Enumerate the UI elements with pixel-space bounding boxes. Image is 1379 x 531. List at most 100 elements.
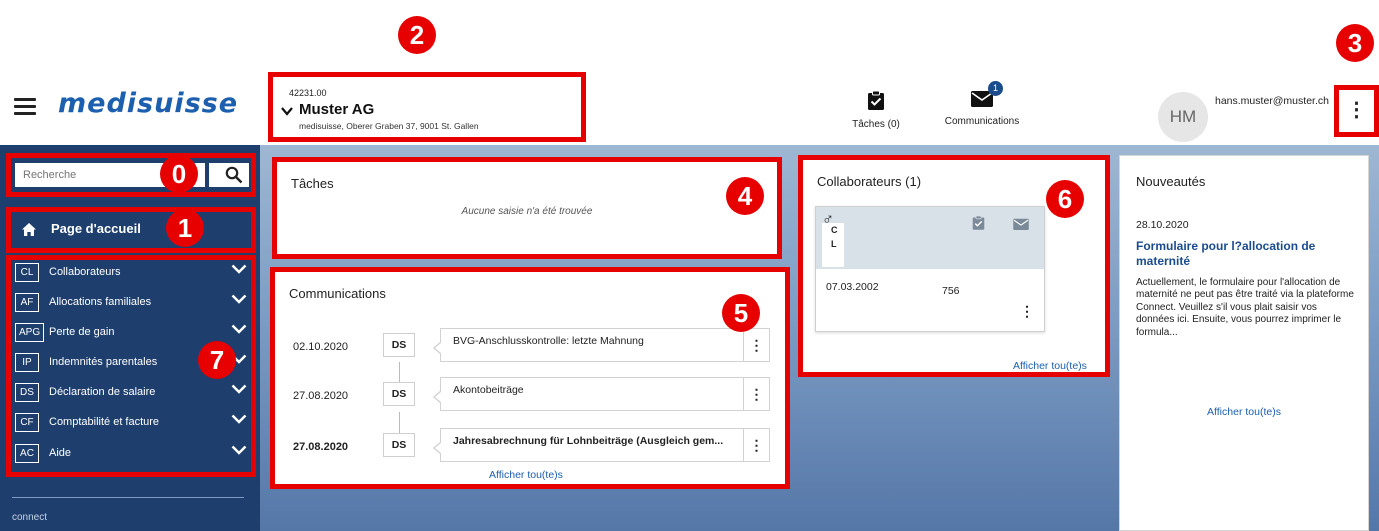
communications-show-all-link[interactable]: Afficher tou(te)s bbox=[489, 469, 563, 481]
company-name: Muster AG bbox=[299, 101, 375, 118]
avatar[interactable]: HM bbox=[1158, 92, 1208, 142]
kebab-icon: ⋮ bbox=[1346, 99, 1367, 121]
news-show-all-link[interactable]: Afficher tou(te)s bbox=[1120, 406, 1368, 418]
communication-menu-button[interactable]: ⋮ bbox=[743, 329, 769, 361]
sidebar-item-home[interactable]: Page d'accueil bbox=[6, 207, 256, 253]
chevron-down-icon[interactable] bbox=[231, 443, 247, 461]
tasks-panel-title: Tâches bbox=[291, 176, 334, 191]
communication-subject: BVG-Anschlusskontrolle: letzte Mahnung bbox=[453, 335, 644, 347]
chevron-down-icon[interactable] bbox=[231, 262, 247, 280]
employee-initial: C bbox=[831, 225, 838, 235]
annotation-marker-0: 0 bbox=[160, 155, 198, 193]
more-options-button[interactable]: ⋮ bbox=[1334, 85, 1379, 137]
news-panel-title: Nouveautés bbox=[1136, 174, 1206, 189]
employee-initial: L bbox=[831, 239, 837, 249]
sidebar-item-allocations-familiales[interactable]: AF Allocations familiales bbox=[11, 292, 251, 314]
sidebar-item-label: Comptabilité et facture bbox=[49, 416, 160, 428]
envelope-icon: 1 bbox=[971, 81, 1003, 110]
company-number: 42231.00 bbox=[289, 88, 327, 98]
communications-badge: 1 bbox=[988, 81, 1003, 96]
nav-code-badge: APG bbox=[15, 323, 45, 342]
sidebar-item-declaration-de-salaire[interactable]: DS Déclaration de salaire bbox=[11, 382, 251, 404]
sidebar-home-label: Page d'accueil bbox=[51, 221, 141, 236]
sidebar-item-collaborateurs[interactable]: CL Collaborateurs bbox=[11, 262, 251, 284]
app-page: medisuisse 42231.00 Muster AG medisuisse… bbox=[0, 0, 1379, 531]
sidebar-item-comptabilite-et-facture[interactable]: CF Comptabilité et facture bbox=[11, 412, 251, 434]
annotation-marker-6: 6 bbox=[1046, 180, 1084, 218]
communication-bubble[interactable]: Jahresabrechnung für Lohnbeiträge (Ausgl… bbox=[433, 428, 770, 462]
annotation-marker-7: 7 bbox=[198, 341, 236, 379]
communication-tag: DS bbox=[383, 382, 415, 406]
communication-subject: Akontobeiträge bbox=[453, 384, 524, 396]
chevron-down-icon[interactable] bbox=[281, 103, 293, 119]
communication-date: 27.08.2020 bbox=[293, 390, 349, 402]
sidebar-item-label: Perte de gain bbox=[49, 326, 115, 338]
communication-row[interactable]: 02.10.2020 DS BVG-Anschlusskontrolle: le… bbox=[275, 326, 785, 366]
annotation-marker-2: 2 bbox=[398, 16, 436, 54]
sidebar-item-label: Collaborateurs bbox=[49, 266, 121, 278]
tasks-header-button[interactable]: Tâches (0) bbox=[846, 90, 906, 130]
news-body: Actuellement, le formulaire pour l'alloc… bbox=[1136, 277, 1354, 338]
clipboard-check-icon[interactable] bbox=[972, 215, 985, 235]
communication-subject: Jahresabrechnung für Lohnbeiträge (Ausgl… bbox=[453, 435, 724, 447]
employee-avs-number: 756 bbox=[942, 285, 960, 297]
search-button[interactable] bbox=[209, 163, 249, 187]
sidebar-item-label: Déclaration de salaire bbox=[49, 386, 156, 398]
communication-bubble[interactable]: BVG-Anschlusskontrolle: letzte Mahnung ⋮ bbox=[433, 328, 770, 362]
nav-code-badge: AF bbox=[15, 293, 39, 312]
communication-menu-button[interactable]: ⋮ bbox=[743, 378, 769, 410]
employee-card[interactable]: ♂ C L 07.03.2002 756 ⋮ bbox=[815, 206, 1045, 332]
communication-date: 27.08.2020 bbox=[293, 441, 349, 453]
sidebar: 0 Page d'accueil 1 CL Collaborateurs AF … bbox=[0, 145, 260, 531]
nav-code-badge: IP bbox=[15, 353, 39, 372]
sidebar-item-aide[interactable]: AC Aide bbox=[11, 443, 251, 465]
employee-birth-date: 07.03.2002 bbox=[826, 281, 879, 293]
envelope-icon[interactable] bbox=[1013, 217, 1029, 235]
tasks-empty-message: Aucune saisie n'a été trouvée bbox=[461, 206, 593, 217]
tasks-panel: Tâches Aucune saisie n'a été trouvée bbox=[272, 157, 782, 259]
communications-panel: Communications 02.10.2020 DS BVG-Anschlu… bbox=[270, 267, 790, 489]
nav-code-badge: CF bbox=[15, 413, 39, 432]
nav-code-badge: DS bbox=[15, 383, 39, 402]
employee-name-block: C L bbox=[822, 223, 844, 267]
communications-header-button[interactable]: 1 Communications bbox=[936, 81, 1028, 127]
home-icon bbox=[21, 222, 37, 242]
news-date: 28.10.2020 bbox=[1136, 219, 1189, 231]
communication-row[interactable]: 27.08.2020 DS Akontobeiträge ⋮ bbox=[275, 375, 785, 415]
tasks-header-label: Tâches (0) bbox=[852, 119, 900, 130]
chevron-down-icon[interactable] bbox=[231, 412, 247, 430]
chevron-down-icon[interactable] bbox=[231, 322, 247, 340]
annotation-marker-4: 4 bbox=[726, 177, 764, 215]
communication-tag: DS bbox=[383, 433, 415, 457]
clipboard-check-icon bbox=[846, 90, 906, 113]
communication-menu-button[interactable]: ⋮ bbox=[743, 429, 769, 461]
chevron-down-icon[interactable] bbox=[231, 292, 247, 310]
medisuisse-logo[interactable]: medisuisse bbox=[58, 88, 238, 119]
communications-header-label: Communications bbox=[944, 116, 1020, 127]
communication-bubble[interactable]: Akontobeiträge ⋮ bbox=[433, 377, 770, 411]
nav-code-badge: AC bbox=[15, 444, 39, 463]
annotation-marker-1: 1 bbox=[166, 209, 204, 247]
news-panel: Nouveautés 28.10.2020 Formulaire pour l?… bbox=[1119, 155, 1369, 531]
employee-menu-button[interactable]: ⋮ bbox=[1020, 303, 1034, 320]
communication-tag: DS bbox=[383, 333, 415, 357]
search-area bbox=[6, 153, 256, 197]
nav-code-badge: CL bbox=[15, 263, 39, 282]
sidebar-divider bbox=[12, 497, 244, 498]
company-address: medisuisse, Oberer Graben 37, 9001 St. G… bbox=[299, 121, 479, 131]
sidebar-item-label: Allocations familiales bbox=[49, 296, 152, 308]
user-email[interactable]: hans.muster@muster.ch bbox=[1215, 95, 1335, 107]
search-icon bbox=[225, 166, 243, 189]
sidebar-item-label: Aide bbox=[49, 447, 72, 459]
communication-row[interactable]: 27.08.2020 DS Jahresabrechnung für Lohnb… bbox=[275, 426, 785, 466]
employees-panel-title: Collaborateurs (1) bbox=[817, 174, 922, 189]
annotation-marker-3: 3 bbox=[1336, 24, 1374, 62]
sidebar-footer-label: connect bbox=[12, 512, 48, 523]
annotation-marker-5: 5 bbox=[722, 294, 760, 332]
communication-date: 02.10.2020 bbox=[293, 341, 349, 353]
employees-show-all-link[interactable]: Afficher tou(te)s bbox=[1013, 360, 1087, 372]
company-selector[interactable]: 42231.00 Muster AG medisuisse, Oberer Gr… bbox=[268, 72, 586, 142]
hamburger-menu-icon[interactable] bbox=[14, 98, 36, 115]
chevron-down-icon[interactable] bbox=[231, 382, 247, 400]
news-headline-link[interactable]: Formulaire pour l?allocation de maternit… bbox=[1136, 239, 1356, 269]
